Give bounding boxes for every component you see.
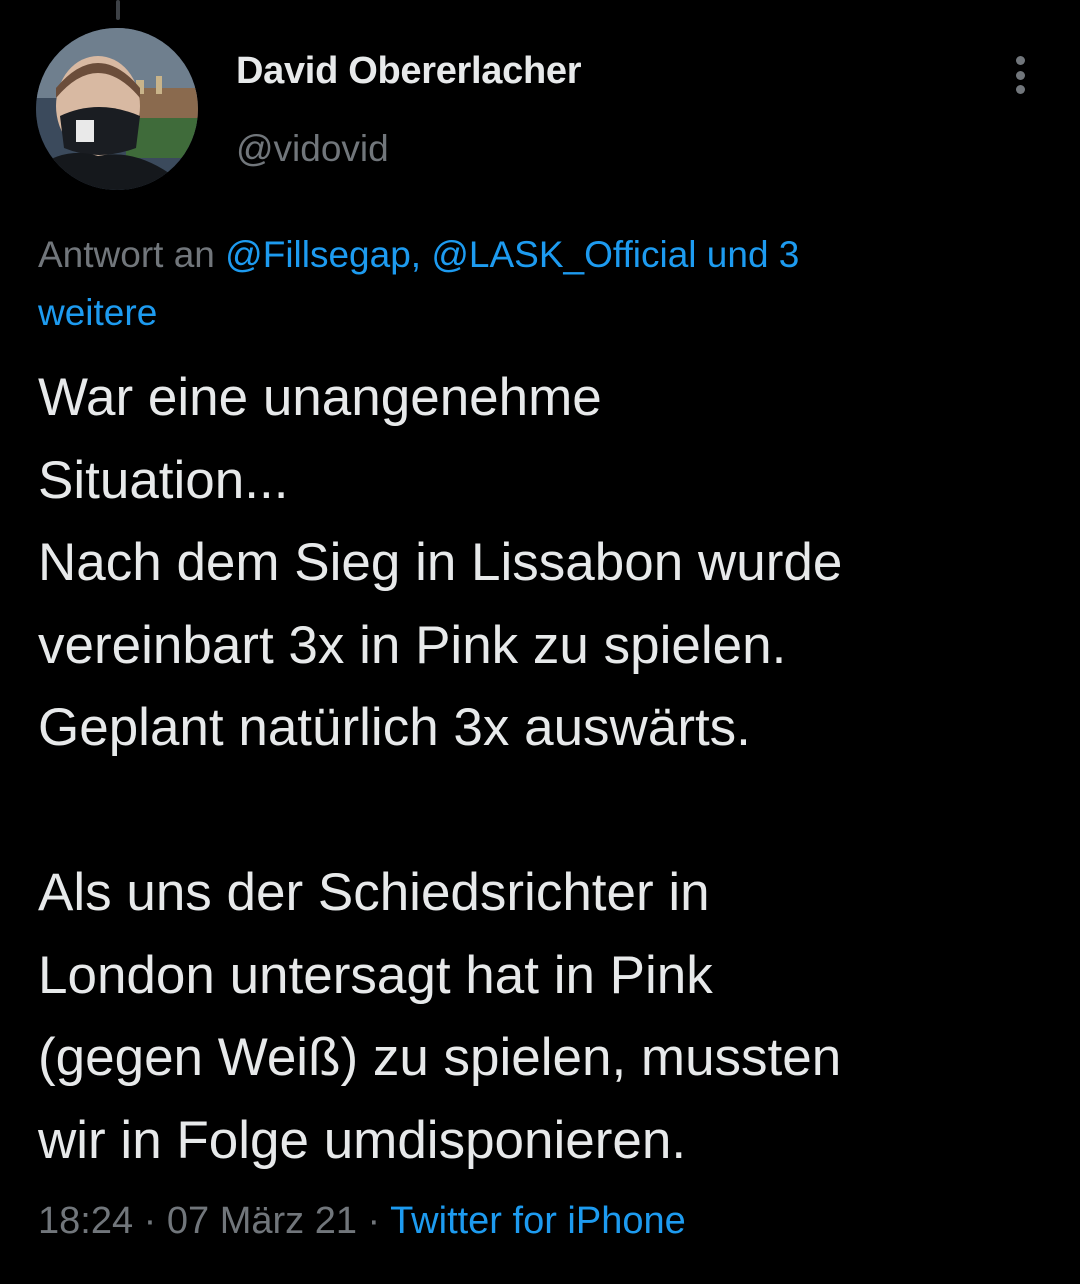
more-vertical-icon (1015, 85, 1025, 94)
reply-more-link[interactable]: weitere (38, 292, 157, 333)
reply-prefix: Antwort an (38, 234, 215, 275)
meta-separator: · (367, 1200, 381, 1242)
thread-connector-line (116, 0, 120, 20)
tweet-text-line: London untersagt hat in Pink (38, 945, 713, 1005)
tweet-text-line: Als uns der Schiedsrichter in (38, 863, 710, 922)
tweet-meta: 18:24 · 07 März 21 · Twitter for iPhone (38, 1200, 686, 1243)
tweet-text: War eine unangenehme Situation... Nach d… (38, 357, 1058, 1182)
tweet-time[interactable]: 18:24 (38, 1200, 133, 1242)
more-vertical-icon (1015, 56, 1025, 65)
author-display-name[interactable]: David Obererlacher (236, 50, 582, 93)
tweet-text-line: Geplant natürlich 3x auswärts. (38, 698, 751, 757)
reply-context: Antwort an @Fillsegap, @LASK_Official un… (38, 226, 1038, 342)
tweet-text-line: (gegen Weiß) zu spielen, mussten (38, 1028, 842, 1087)
more-options-button[interactable] (1000, 52, 1040, 98)
author-handle[interactable]: @vidovid (236, 128, 389, 170)
tweet-text-line: Nach dem Sieg in Lissabon wurde (38, 533, 843, 592)
tweet-text-line: vereinbart 3x in Pink zu spielen. (38, 615, 787, 675)
tweet-source-link[interactable]: Twitter for iPhone (390, 1200, 686, 1242)
avatar[interactable] (36, 28, 198, 190)
tweet-text-line (38, 770, 1058, 853)
meta-separator: · (143, 1200, 157, 1242)
tweet-text-line: wir in Folge umdisponieren. (38, 1110, 687, 1170)
reply-mentions-link[interactable]: @Fillsegap, @LASK_Official und 3 (225, 234, 799, 275)
avatar-photo (36, 28, 198, 190)
more-vertical-icon (1015, 70, 1025, 80)
tweet-text-line: Situation... (38, 450, 289, 510)
tweet-text-line: War eine unangenehme (38, 368, 602, 427)
tweet-date[interactable]: 07 März 21 (167, 1200, 357, 1242)
